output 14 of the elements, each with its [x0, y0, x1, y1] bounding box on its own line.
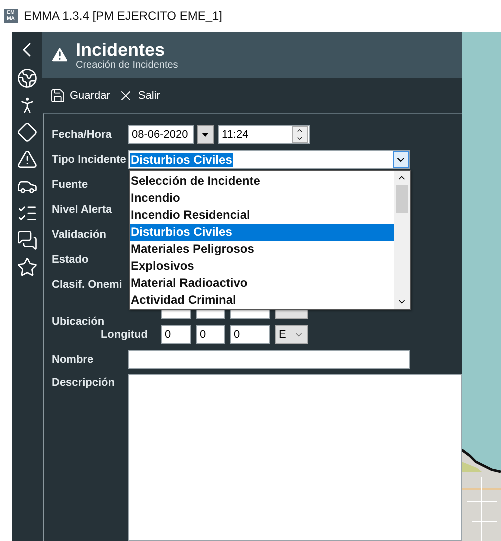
field-label: Descripción	[52, 377, 116, 389]
field-label: Ubicación	[52, 316, 106, 328]
page-title: Incidentes	[76, 40, 166, 60]
page-subtitle: Creación de Incidentes	[76, 60, 178, 70]
field-label: Validación	[52, 228, 108, 240]
field-label: Tipo Incidente	[52, 154, 128, 166]
window-title: EMMA 1.3.4 [PM EJERCITO EME_1]	[24, 9, 223, 23]
field-label: Estado	[52, 254, 90, 266]
field-label: Fuente	[52, 178, 90, 190]
field-label: Fecha/Hora	[52, 128, 113, 140]
coordinate-label: Longitud	[100, 328, 148, 340]
field-label: Nombre	[52, 354, 95, 366]
field-label: Nivel Alerta	[52, 204, 114, 216]
field-label: Clasif. Onemi	[52, 278, 124, 290]
